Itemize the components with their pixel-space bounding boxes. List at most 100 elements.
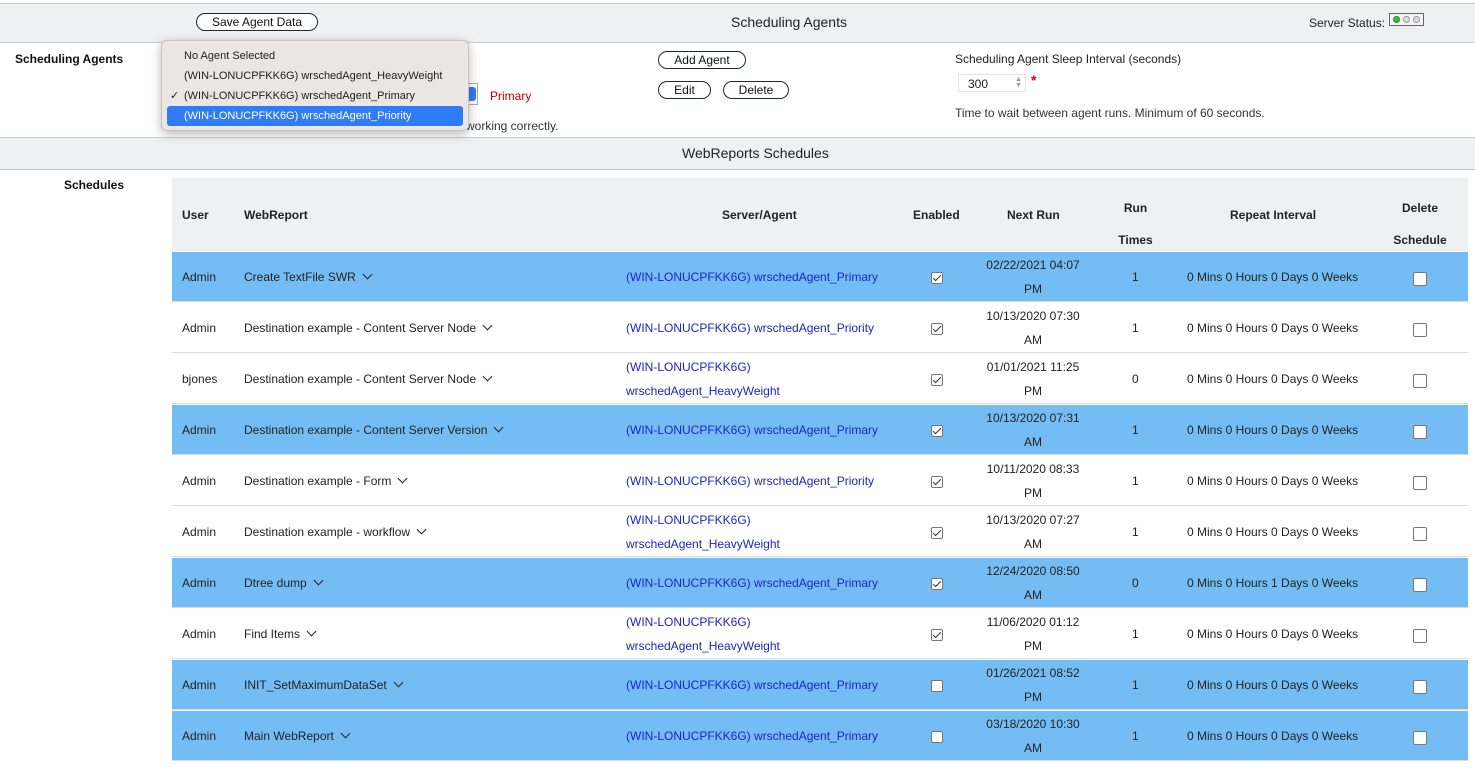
row-enabled-checkbox[interactable] xyxy=(931,527,943,539)
row-user: Admin xyxy=(182,627,217,641)
row-webreport-name[interactable]: Destination example - Content Server Nod… xyxy=(244,321,476,335)
dropdown-option[interactable]: (WIN-LONUCPFKK6G) wrschedAgent_Priority xyxy=(167,106,463,126)
row-next-run-ampm: PM xyxy=(1024,486,1042,500)
chevron-down-icon[interactable] xyxy=(482,371,493,382)
table-row[interactable]: Admin INIT_SetMaximumDataSet (WIN-LONUCPFK… xyxy=(172,660,1468,710)
row-next-run-date: 10/13/2020 07:31 xyxy=(986,411,1080,425)
row-agent-link[interactable]: (WIN-LONUCPFKK6G) wrschedAgent_Priority xyxy=(626,316,874,340)
dropdown-option[interactable]: ✓ (WIN-LONUCPFKK6G) wrschedAgent_Primary xyxy=(162,86,468,106)
row-repeat-interval: 0 Mins 0 Hours 0 Days 0 Weeks xyxy=(1187,678,1359,692)
dropdown-option[interactable]: No Agent Selected xyxy=(162,46,468,66)
row-delete-checkbox[interactable] xyxy=(1413,323,1427,337)
row-agent-link[interactable]: (WIN-LONUCPFKK6G) wrschedAgent_HeavyWeigh… xyxy=(626,610,780,658)
sleep-interval-input[interactable]: 300 ▲ ▼ xyxy=(958,74,1026,92)
dropdown-option[interactable]: (WIN-LONUCPFKK6G) wrschedAgent_HeavyWeig… xyxy=(162,66,468,86)
row-next-run: 01/26/2021 08:52 PM xyxy=(978,661,1088,709)
save-agent-data-button[interactable]: Save Agent Data xyxy=(196,13,318,31)
row-agent-link[interactable]: (WIN-LONUCPFKK6G) wrschedAgent_HeavyWeigh… xyxy=(626,355,780,403)
chevron-down-icon[interactable] xyxy=(340,728,351,739)
row-webreport-name[interactable]: Create TextFile SWR xyxy=(244,270,356,284)
table-row[interactable]: Admin Create TextFile SWR (WIN-LONUCPFKK6G… xyxy=(172,252,1468,302)
row-agent-line2[interactable]: wrschedAgent_HeavyWeight xyxy=(626,384,780,398)
row-webreport[interactable]: Destination example - Content Server Nod… xyxy=(244,320,493,335)
table-row[interactable]: Admin Destination example - workflow (WIN-… xyxy=(172,507,1468,557)
chevron-down-icon[interactable] xyxy=(393,677,404,688)
row-enabled-checkbox[interactable] xyxy=(931,323,943,335)
chevron-down-icon[interactable] xyxy=(362,269,373,280)
row-delete-checkbox[interactable] xyxy=(1413,272,1427,286)
row-delete-checkbox[interactable] xyxy=(1413,578,1427,592)
row-webreport[interactable]: Destination example - Form xyxy=(244,473,408,488)
row-agent-link[interactable]: (WIN-LONUCPFKK6G) wrschedAgent_Priority xyxy=(626,469,874,493)
server-status-indicator xyxy=(1389,13,1424,26)
row-webreport-name[interactable]: Dtree dump xyxy=(244,576,307,590)
row-delete-checkbox[interactable] xyxy=(1413,680,1427,694)
row-agent-link[interactable]: (WIN-LONUCPFKK6G) wrschedAgent_Primary xyxy=(626,673,878,697)
chevron-down-icon[interactable] xyxy=(306,626,317,637)
table-row[interactable]: Admin Destination example - Content Serve… xyxy=(172,303,1468,353)
row-webreport[interactable]: Main WebReport xyxy=(244,728,351,743)
row-webreport[interactable]: Find Items xyxy=(244,626,317,641)
row-webreport-name[interactable]: Destination example - Content Server Nod… xyxy=(244,372,476,386)
row-delete-checkbox[interactable] xyxy=(1413,629,1427,643)
row-delete-checkbox[interactable] xyxy=(1413,476,1427,490)
row-delete-checkbox[interactable] xyxy=(1413,731,1427,745)
row-agent-line1[interactable]: (WIN-LONUCPFKK6G) xyxy=(626,615,751,629)
delete-agent-button[interactable]: Delete xyxy=(723,81,789,99)
chevron-down-icon[interactable] xyxy=(313,575,324,586)
row-agent-link[interactable]: (WIN-LONUCPFKK6G) wrschedAgent_Primary xyxy=(626,265,878,289)
row-agent-line1[interactable]: (WIN-LONUCPFKK6G) xyxy=(626,360,751,374)
row-user: Admin xyxy=(182,474,217,488)
row-enabled-checkbox[interactable] xyxy=(931,731,943,743)
row-enabled-checkbox[interactable] xyxy=(931,476,943,488)
row-webreport-name[interactable]: Destination example - Content Server Ver… xyxy=(244,423,487,437)
row-webreport[interactable]: Dtree dump xyxy=(244,575,324,590)
chevron-down-icon[interactable] xyxy=(494,422,504,433)
row-run-times: 1 xyxy=(1132,525,1139,539)
row-delete-checkbox[interactable] xyxy=(1413,425,1427,439)
stepper-icon[interactable]: ▲ ▼ xyxy=(1015,76,1022,89)
row-enabled-checkbox[interactable] xyxy=(931,374,943,386)
table-row[interactable]: Admin Find Items (WIN-LONUCPFKK6G) wrschedA… xyxy=(172,609,1468,659)
row-delete-checkbox[interactable] xyxy=(1413,374,1427,388)
row-webreport-name[interactable]: Find Items xyxy=(244,627,300,641)
row-webreport[interactable]: Destination example - workflow xyxy=(244,524,427,539)
table-row[interactable]: Admin Main WebReport (WIN-LONUCPFKK6G) wrs… xyxy=(172,711,1468,761)
add-agent-button[interactable]: Add Agent xyxy=(658,51,746,69)
chevron-down-icon[interactable] xyxy=(482,320,493,331)
row-enabled-checkbox[interactable] xyxy=(931,578,943,590)
edit-agent-button[interactable]: Edit xyxy=(658,81,711,99)
table-row[interactable]: bjones Destination example - Content Serv… xyxy=(172,354,1468,404)
table-row[interactable]: Admin Destination example - Form (WIN-LONU… xyxy=(172,456,1468,506)
row-run-times: 1 xyxy=(1132,729,1139,743)
row-webreport-name[interactable]: INIT_SetMaximumDataSet xyxy=(244,678,387,692)
row-agent-link[interactable]: (WIN-LONUCPFKK6G) wrschedAgent_Primary xyxy=(626,571,878,595)
row-agent-link[interactable]: (WIN-LONUCPFKK6G) wrschedAgent_HeavyWeigh… xyxy=(626,508,780,556)
dropdown-option-label: (WIN-LONUCPFKK6G) wrschedAgent_Primary xyxy=(184,90,416,102)
row-webreport[interactable]: Destination example - Content Server Nod… xyxy=(244,371,493,386)
row-webreport[interactable]: Destination example - Content Server Ver… xyxy=(244,422,504,437)
table-row[interactable]: Admin Dtree dump (WIN-LONUCPFKK6G) wrsched… xyxy=(172,558,1468,608)
row-webreport-name[interactable]: Main WebReport xyxy=(244,729,334,743)
row-enabled-checkbox[interactable] xyxy=(931,272,943,284)
row-agent-line1[interactable]: (WIN-LONUCPFKK6G) xyxy=(626,513,751,527)
status-green-light xyxy=(1393,16,1400,23)
row-agent-link[interactable]: (WIN-LONUCPFKK6G) wrschedAgent_Primary xyxy=(626,724,878,748)
row-next-run-ampm: AM xyxy=(1024,741,1042,755)
row-delete-checkbox[interactable] xyxy=(1413,527,1427,541)
row-enabled-checkbox[interactable] xyxy=(931,629,943,641)
chevron-down-icon[interactable] xyxy=(416,524,427,535)
chevron-down-icon[interactable] xyxy=(397,473,408,484)
row-agent-link[interactable]: (WIN-LONUCPFKK6G) wrschedAgent_Primary xyxy=(626,418,878,442)
row-webreport[interactable]: INIT_SetMaximumDataSet xyxy=(244,677,404,692)
row-enabled-checkbox[interactable] xyxy=(931,680,943,692)
row-run-times: 1 xyxy=(1132,627,1139,641)
top-toolbar: Save Agent Data Scheduling Agents Server… xyxy=(0,3,1475,43)
row-webreport-name[interactable]: Destination example - workflow xyxy=(244,525,410,539)
row-agent-line2[interactable]: wrschedAgent_HeavyWeight xyxy=(626,639,780,653)
row-webreport-name[interactable]: Destination example - Form xyxy=(244,474,391,488)
row-enabled-checkbox[interactable] xyxy=(931,425,943,437)
row-webreport[interactable]: Create TextFile SWR xyxy=(244,269,373,284)
table-row[interactable]: Admin Destination example - Content Serve… xyxy=(172,405,1468,455)
row-agent-line2[interactable]: wrschedAgent_HeavyWeight xyxy=(626,537,780,551)
